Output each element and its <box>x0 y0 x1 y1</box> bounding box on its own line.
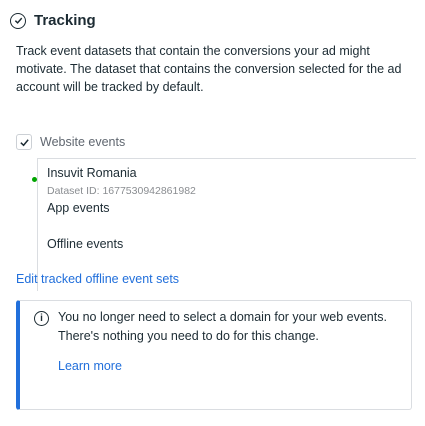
info-notice: i You no longer need to select a domain … <box>16 300 412 410</box>
website-events-checkbox[interactable] <box>16 134 32 150</box>
tracking-header: Tracking <box>10 12 96 29</box>
section-description: Track event datasets that contain the co… <box>16 44 402 94</box>
website-events-label: Website events <box>40 135 126 149</box>
notice-text: You no longer need to select a domain fo… <box>58 310 387 343</box>
app-events-label: App events <box>47 201 110 215</box>
checkmark-icon <box>19 138 29 146</box>
offline-events-label: Offline events <box>47 237 124 251</box>
offline-events-row[interactable]: Offline events <box>20 236 123 252</box>
app-events-row[interactable]: App events <box>20 200 110 216</box>
dataset-id: Dataset ID: 1677530942861982 <box>47 185 196 197</box>
section-title: Tracking <box>34 12 96 29</box>
info-icon: i <box>34 311 49 326</box>
edit-offline-event-sets-link[interactable]: Edit tracked offline event sets <box>16 272 179 286</box>
app-events-checkbox[interactable] <box>20 200 36 216</box>
learn-more-link[interactable]: Learn more <box>58 359 122 373</box>
status-dot <box>32 177 37 182</box>
website-events-row[interactable]: Website events <box>16 134 125 150</box>
offline-events-checkbox[interactable] <box>20 236 36 252</box>
dataset-name: Insuvit Romania <box>47 166 137 180</box>
check-circle-icon <box>10 12 26 29</box>
